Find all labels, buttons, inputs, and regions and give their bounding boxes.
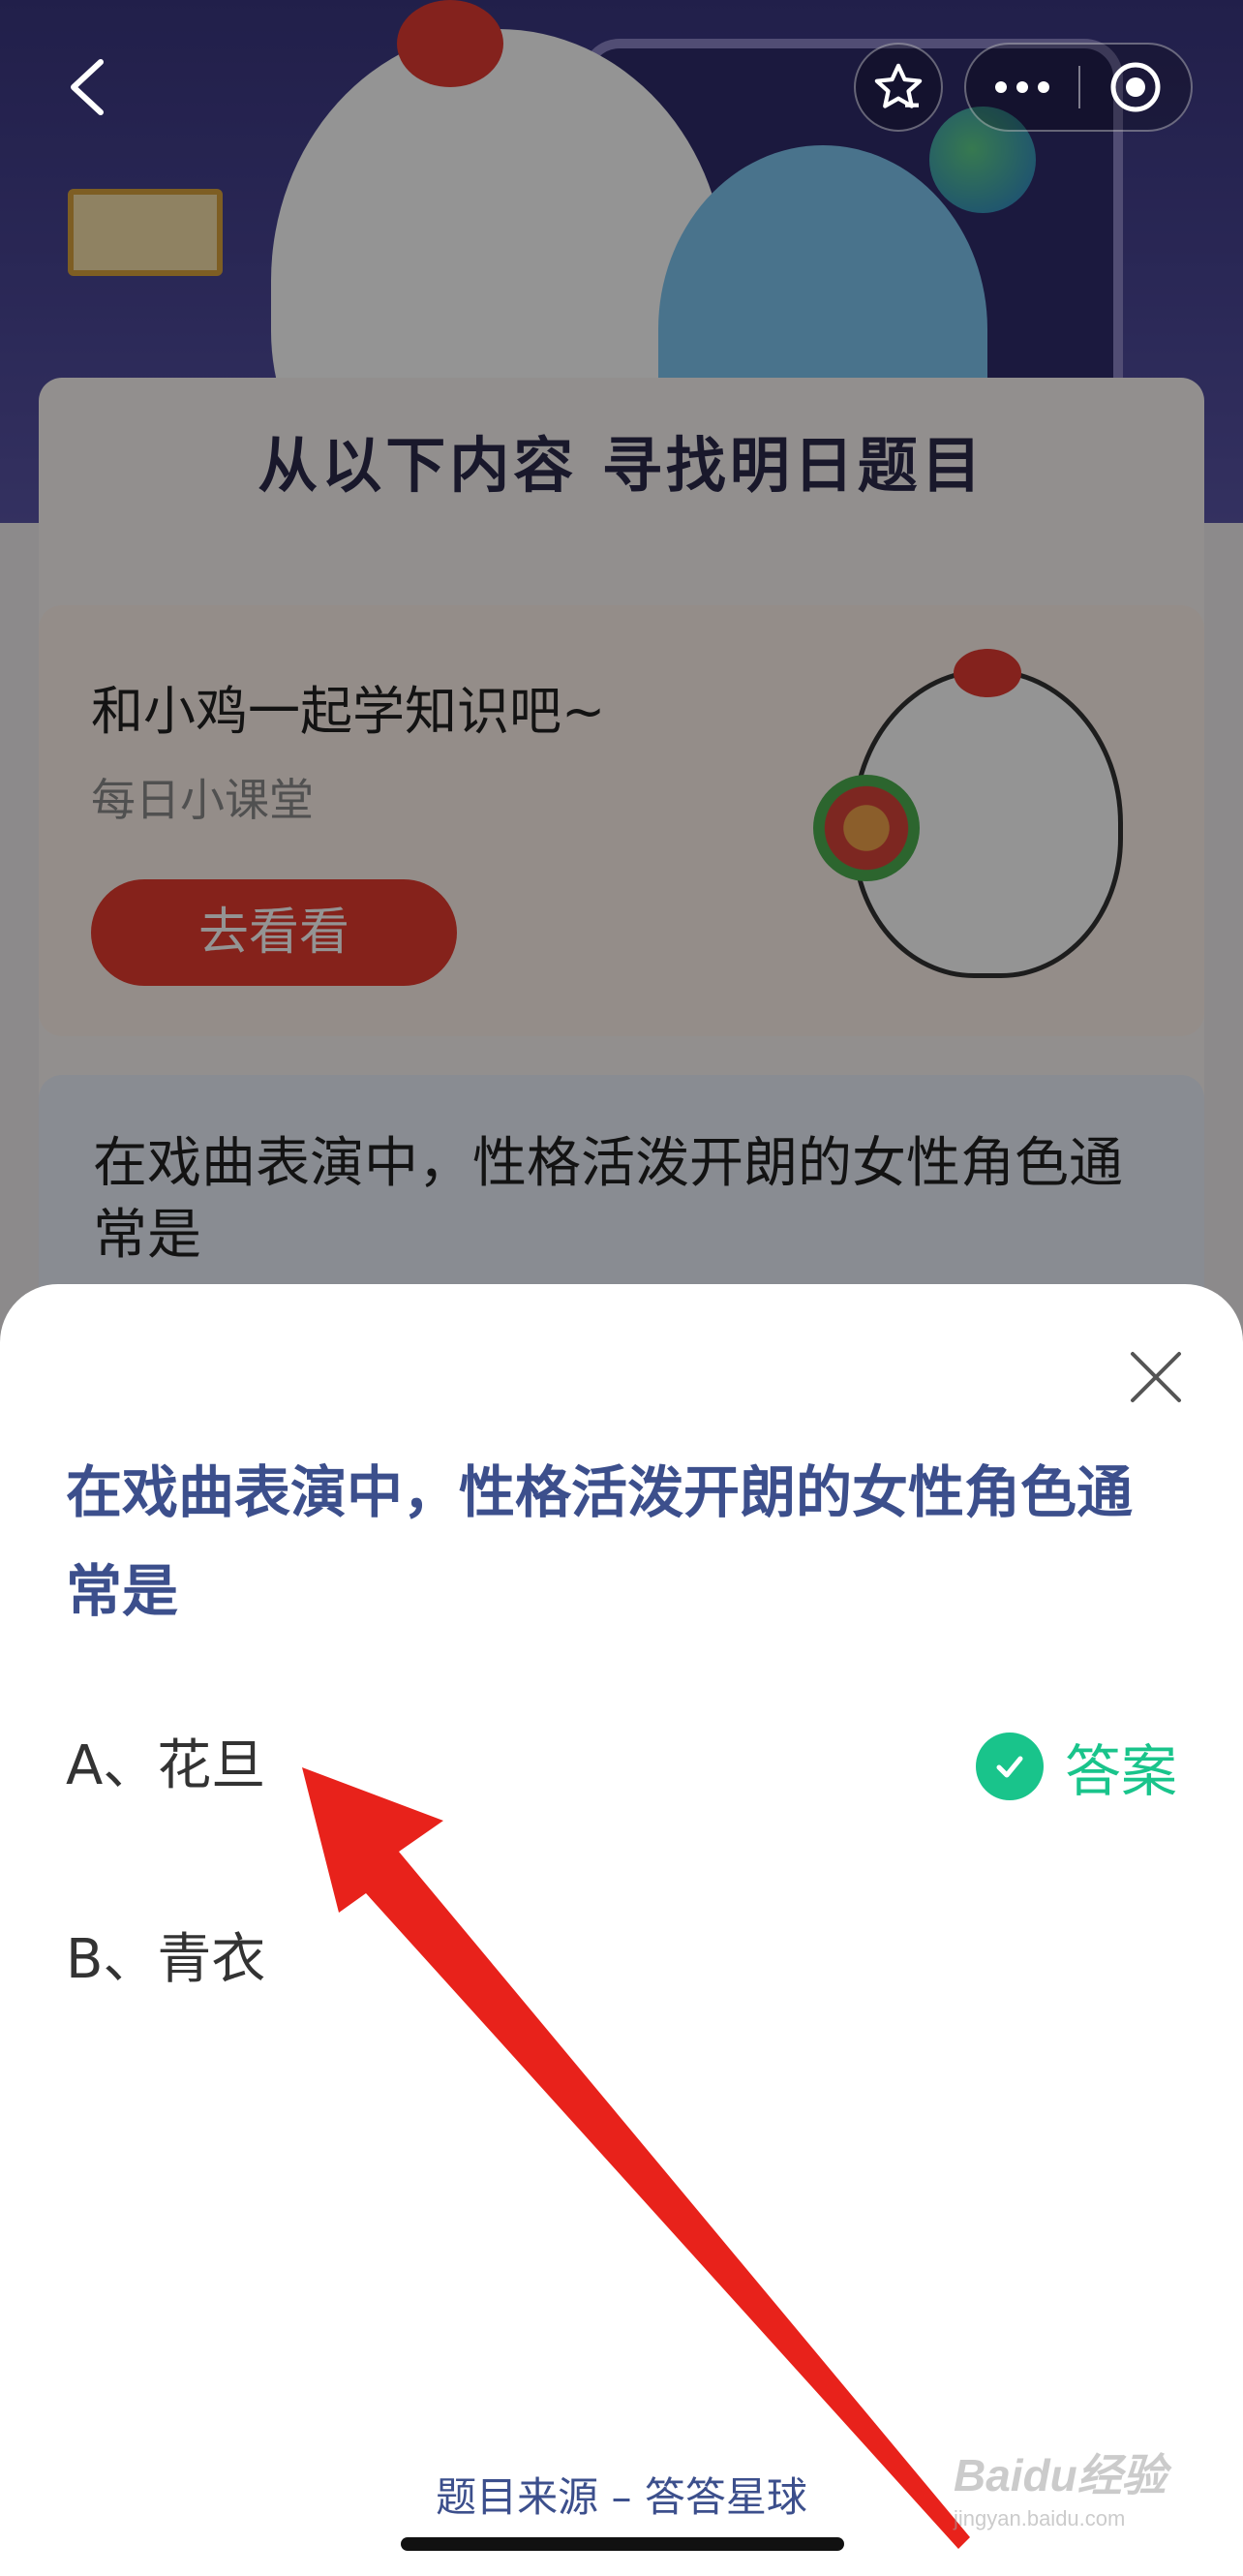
baidu-watermark: Baidu经验 jingyan.baidu.com (954, 2440, 1205, 2547)
red-arrow-annotation (302, 1767, 970, 2549)
watermark-main-text: Baidu经验 (954, 2450, 1167, 2500)
watermark-sub-text: jingyan.baidu.com (954, 2506, 1126, 2530)
